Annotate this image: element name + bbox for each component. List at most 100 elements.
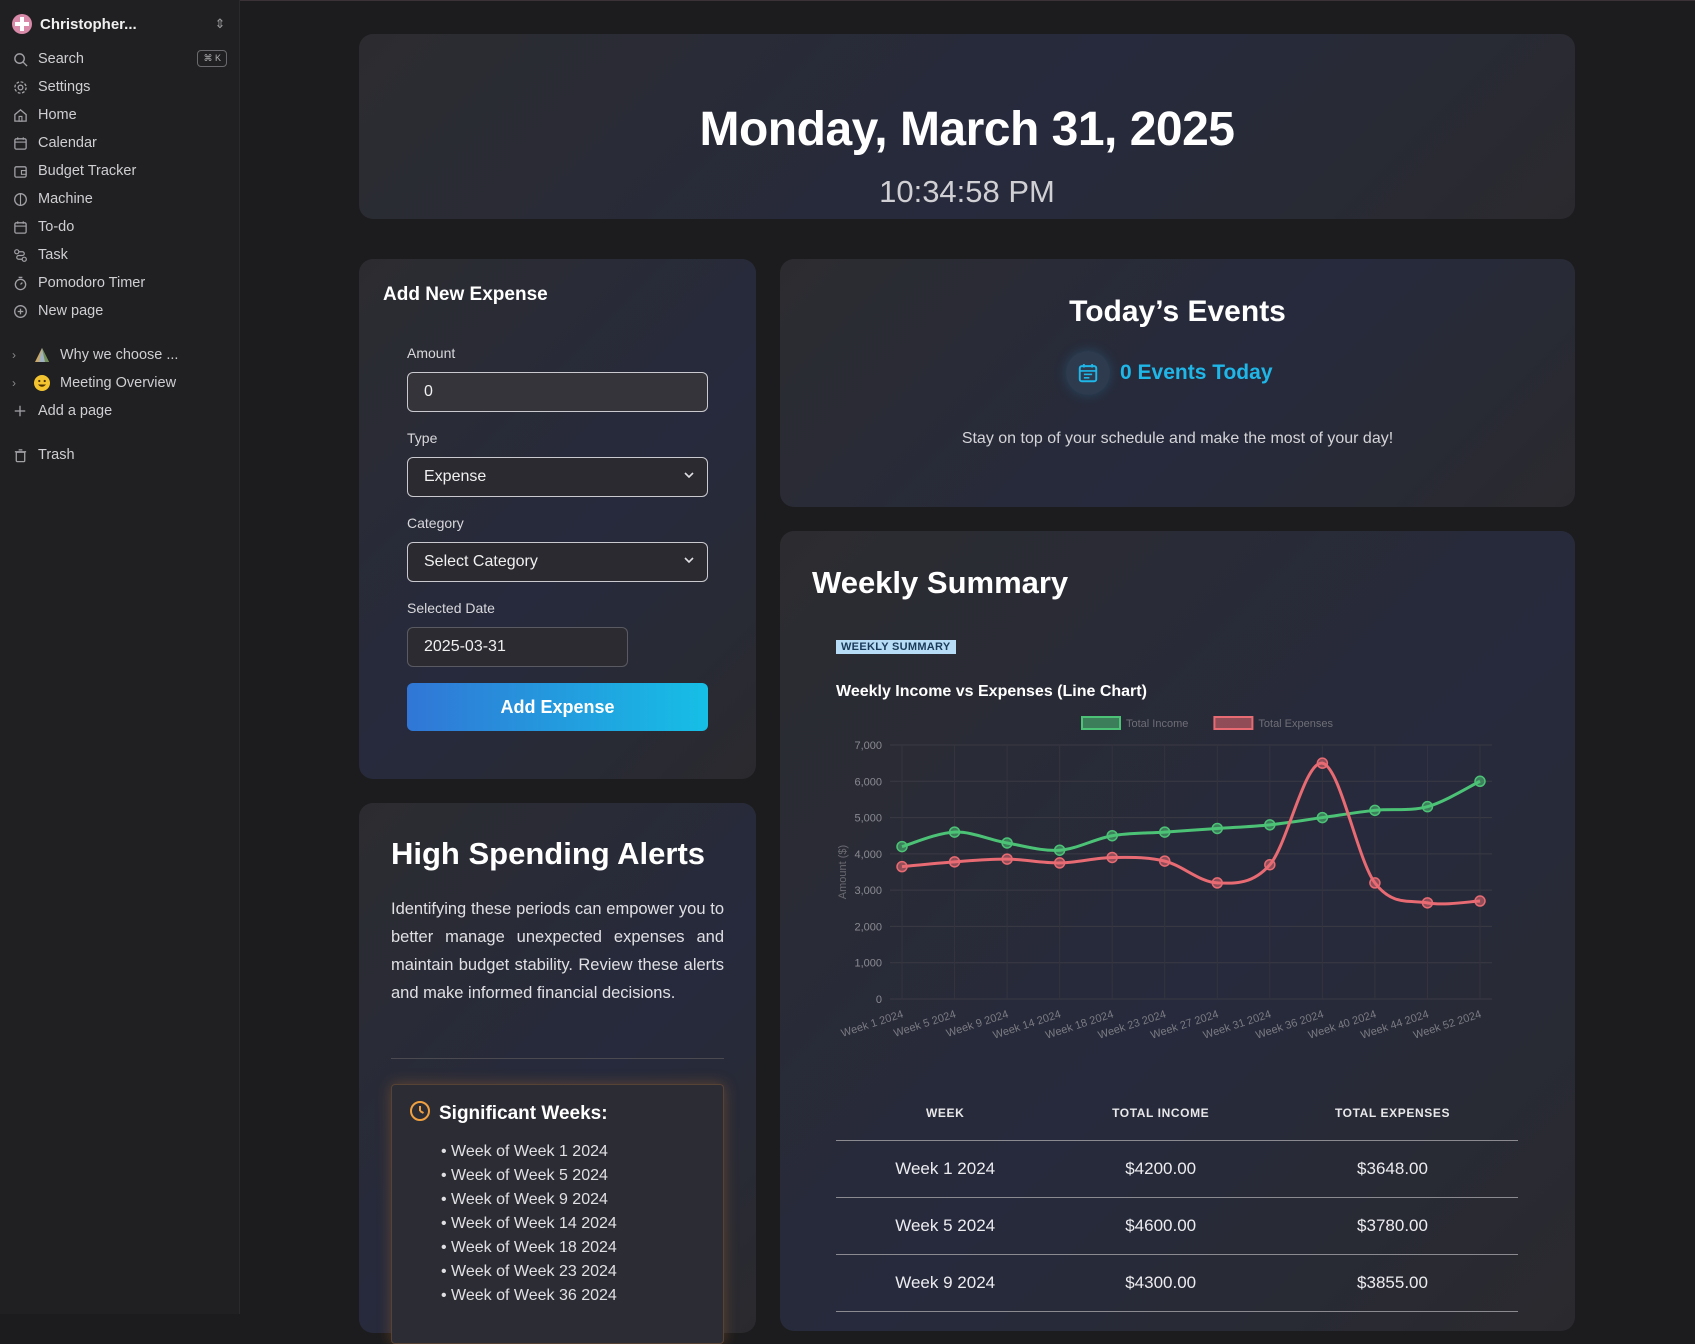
y-tick-label: 2,000: [854, 921, 882, 933]
y-tick-label: 5,000: [854, 813, 882, 825]
current-time: 10:34:58 PM: [879, 174, 1055, 209]
total-income-point: [1001, 837, 1013, 849]
total-expenses-point: [1316, 757, 1329, 769]
sidebar-item-label: Task: [38, 247, 68, 263]
chevron-right-icon[interactable]: ›: [12, 348, 26, 362]
sidebar-item-label: Add a page: [38, 403, 113, 419]
total-expenses-point: [1053, 857, 1066, 869]
type-value: Expense: [424, 468, 487, 485]
sidebar-item-machine[interactable]: Machine: [12, 186, 228, 212]
plus-circle-icon: [12, 303, 28, 319]
events-title: Today’s Events: [1069, 295, 1286, 328]
sidebar-add-page[interactable]: Add a page: [12, 398, 228, 424]
total-expenses-point: [1369, 877, 1381, 889]
timer-icon: [12, 275, 28, 291]
y-tick-label: 6,000: [854, 776, 882, 788]
total-income-line: [901, 779, 1481, 852]
total-income-point: [1474, 775, 1486, 788]
total-income-point: [1264, 819, 1276, 831]
search-icon: [12, 51, 28, 67]
summary-title: Weekly Summary: [812, 565, 1069, 600]
amount-label: Amount: [407, 345, 456, 361]
table-row: Week 1 2024 $4200.00 $3648.00: [836, 1140, 1518, 1198]
sidebar-item-to-do[interactable]: To-do: [12, 214, 228, 240]
amount-value: 0: [424, 383, 433, 400]
total-expenses-point: [896, 860, 908, 873]
date-value: 2025-03-31: [424, 638, 506, 655]
total-expenses-line: [901, 761, 1481, 906]
chevron-right-icon[interactable]: ›: [12, 376, 26, 390]
type-label: Type: [407, 430, 438, 446]
sidebar: Christopher... ⇕ Search ⌘ K Settings Hom…: [0, 0, 240, 1314]
significant-weeks-list: Week of Week 1 2024 Week of Week 5 2024 …: [441, 1140, 617, 1308]
high-spending-alerts-card: High Spending Alerts Identifying these p…: [359, 803, 756, 1344]
total-expenses-point: [1421, 897, 1434, 909]
table-header: TOTAL INCOME: [1054, 1086, 1267, 1141]
table-header-row: WEEK TOTAL INCOME TOTAL EXPENSES: [836, 1086, 1518, 1141]
date-input[interactable]: 2025-03-31: [407, 627, 628, 667]
significant-weeks-title: Significant Weeks:: [439, 1102, 608, 1124]
legend-swatch: [1081, 716, 1121, 730]
list-item: Week of Week 14 2024: [441, 1212, 617, 1236]
sidebar-item-calendar[interactable]: Calendar: [12, 130, 228, 156]
total-expenses-point: [1474, 895, 1486, 907]
total-expenses-point: [948, 856, 961, 868]
sidebar-item-search[interactable]: Search: [12, 46, 228, 72]
list-item: Week of Week 23 2024: [441, 1260, 617, 1284]
form-title: Add New Expense: [383, 284, 548, 305]
sidebar-item-trash[interactable]: Trash: [12, 442, 228, 468]
sidebar-item-budget-tracker[interactable]: Budget Tracker: [12, 158, 228, 184]
significant-weeks-box: Significant Weeks: Week of Week 1 2024 W…: [391, 1084, 724, 1344]
table-cell: Week 5 2024: [836, 1197, 1055, 1255]
list-item: Week of Week 18 2024: [441, 1236, 617, 1260]
alerts-description: Identifying these periods can empower yo…: [391, 900, 724, 1002]
events-count: 0 Events Today: [1066, 351, 1273, 395]
type-select[interactable]: Expense: [407, 457, 708, 497]
add-expense-button[interactable]: Add Expense: [407, 683, 708, 731]
table-cell: $3780.00: [1267, 1197, 1518, 1255]
sidebar-item-label: Calendar: [38, 135, 97, 151]
route-icon: [12, 247, 28, 263]
calendar-icon: [1066, 351, 1110, 395]
table-header: WEEK: [836, 1086, 1055, 1141]
sidebar-item-label: To-do: [38, 219, 75, 235]
total-expenses-point: [1211, 877, 1224, 889]
total-expenses-point: [1001, 853, 1013, 865]
sidebar-item-task[interactable]: Task: [12, 242, 228, 268]
total-expenses-point: [1158, 855, 1171, 867]
clock-icon: [409, 1100, 431, 1127]
sidebar-item-new-page[interactable]: New page: [12, 298, 228, 324]
sidebar-item-pomodoro-timer[interactable]: Pomodoro Timer: [12, 270, 228, 296]
sidebar-item-label: Search: [38, 51, 84, 67]
chevron-down-icon: [683, 553, 695, 571]
workspace-switcher[interactable]: Christopher... ⇕: [12, 12, 228, 36]
total-income-point: [1053, 844, 1066, 856]
y-tick-label: 7,000: [854, 740, 882, 752]
total-income-point: [948, 826, 961, 838]
legend-swatch: [1213, 716, 1254, 730]
sidebar-page-label: Meeting Overview: [60, 375, 177, 391]
sidebar-page-why-we-choose[interactable]: › Why we choose ...: [12, 342, 228, 368]
category-select[interactable]: Select Category: [407, 542, 708, 582]
table-cell: $4600.00: [1054, 1197, 1267, 1255]
y-tick-label: 1,000: [854, 958, 882, 970]
sidebar-item-label: Pomodoro Timer: [38, 275, 146, 291]
table-header: TOTAL EXPENSES: [1267, 1086, 1518, 1141]
total-income-point: [1211, 822, 1224, 835]
calendar-icon: [12, 219, 28, 235]
pyramid-emoji-icon: [32, 345, 52, 365]
date-label: Selected Date: [407, 600, 495, 616]
calendar-icon: [12, 135, 28, 151]
search-shortcut-badge: ⌘ K: [197, 50, 227, 67]
table-row: Week 9 2024 $4300.00 $3855.00: [836, 1254, 1518, 1312]
sidebar-page-meeting-overview[interactable]: › Meeting Overview: [12, 370, 228, 396]
table-cell: $3855.00: [1267, 1254, 1518, 1312]
sidebar-item-settings[interactable]: Settings: [12, 74, 228, 100]
table-row: Week 5 2024 $4600.00 $3780.00: [836, 1197, 1518, 1255]
sidebar-item-home[interactable]: Home: [12, 102, 228, 128]
chevron-updown-icon: ⇕: [214, 16, 226, 31]
sidebar-item-label: New page: [38, 303, 104, 319]
amount-input[interactable]: 0: [407, 372, 708, 412]
table-cell: Week 1 2024: [836, 1140, 1055, 1198]
total-expenses-point: [1264, 858, 1276, 871]
